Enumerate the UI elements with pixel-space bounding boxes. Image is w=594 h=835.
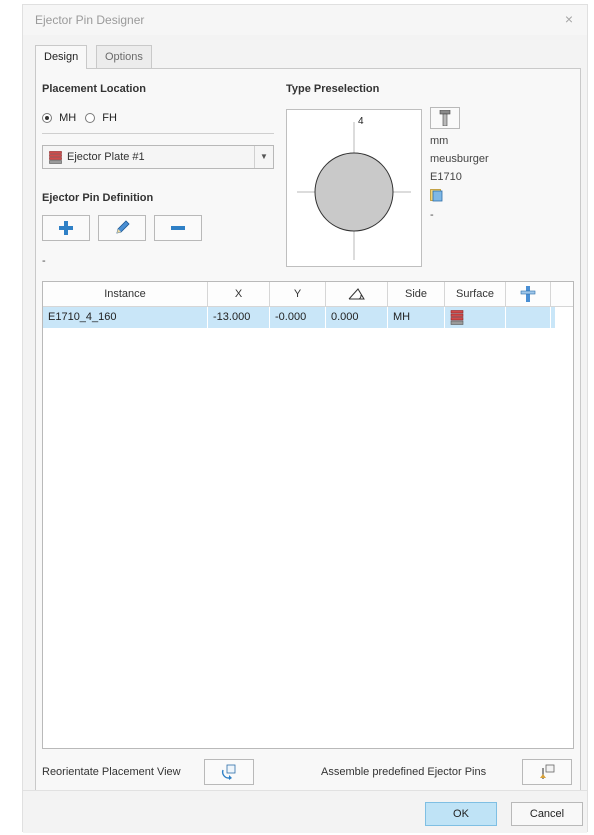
pencil-icon (116, 220, 130, 234)
part-label: E1710 (430, 171, 462, 183)
title-bar: Ejector Pin Designer × (23, 5, 587, 35)
column-angle[interactable] (326, 282, 388, 306)
remove-pin-button[interactable] (154, 215, 202, 241)
definition-status: - (42, 255, 46, 267)
close-icon[interactable]: × (565, 11, 573, 27)
column-surface[interactable]: Surface (445, 282, 506, 306)
table-row[interactable]: E1710_4_160 -13.000 -0.000 0.000 MH (43, 307, 555, 328)
column-pin[interactable] (506, 282, 551, 306)
assemble-label: Assemble predefined Ejector Pins (321, 766, 487, 778)
type-preselection-heading: Type Preselection (286, 83, 380, 95)
cell-y: -0.000 (270, 307, 326, 328)
cancel-button[interactable]: Cancel (511, 802, 583, 826)
ejector-plate-select[interactable]: Ejector Plate #1 ▼ (42, 145, 274, 169)
dialog-button-bar: OK Cancel (23, 790, 587, 833)
radio-fh-label: FH (102, 112, 117, 124)
table-header: Instance X Y Side Surface (43, 282, 573, 307)
placement-radio-group: MH FH (42, 112, 117, 124)
surface-icon (450, 309, 464, 325)
cell-pin (506, 307, 551, 328)
reorientate-icon (221, 764, 236, 780)
ok-button[interactable]: OK (425, 802, 497, 826)
diameter-label: 4 (358, 116, 364, 127)
plus-icon (59, 221, 73, 235)
angle-icon (348, 288, 365, 300)
ejector-pin-definition-heading: Ejector Pin Definition (42, 192, 154, 204)
placement-location-heading: Placement Location (42, 83, 146, 95)
pin-select-button[interactable] (430, 107, 460, 129)
tab-design[interactable]: Design (35, 45, 88, 69)
plate-icon (49, 151, 62, 167)
catalog-icon[interactable] (430, 189, 443, 205)
add-pin-button[interactable] (42, 215, 90, 241)
cell-x: -13.000 (208, 307, 270, 328)
design-panel: Placement Location MH FH Ejector Plate #… (35, 68, 581, 803)
reorientate-button[interactable] (204, 759, 254, 785)
pin-preview: 4 (286, 109, 422, 267)
unit-label: mm (430, 135, 449, 147)
pin-column-icon (520, 286, 536, 303)
radio-mh-label: MH (59, 112, 77, 124)
cell-surface (445, 307, 506, 328)
assemble-button[interactable] (522, 759, 572, 785)
column-side[interactable]: Side (388, 282, 445, 306)
radio-fh[interactable] (85, 113, 96, 123)
ejector-pin-designer-dialog: Ejector Pin Designer × Design Options Pl… (22, 4, 588, 833)
chevron-down-icon[interactable]: ▼ (254, 146, 273, 168)
divider (42, 133, 274, 134)
assemble-icon (540, 764, 555, 779)
cell-side: MH (388, 307, 445, 328)
ejector-pin-table[interactable]: Instance X Y Side Surface E1710_4_160 -1… (42, 281, 574, 749)
edit-pin-button[interactable] (98, 215, 146, 241)
extra-label: - (430, 209, 434, 221)
radio-mh[interactable] (42, 113, 52, 123)
vendor-label: meusburger (430, 153, 489, 165)
column-x[interactable]: X (208, 282, 270, 306)
pin-select-icon (439, 110, 451, 126)
column-instance[interactable]: Instance (43, 282, 208, 306)
reorientate-label: Reorientate Placement View (42, 766, 181, 778)
tab-options[interactable]: Options (96, 45, 152, 68)
column-y[interactable]: Y (270, 282, 326, 306)
cell-angle: 0.000 (326, 307, 388, 328)
minus-icon (171, 226, 185, 230)
window-title: Ejector Pin Designer (35, 13, 145, 27)
cell-instance: E1710_4_160 (43, 307, 208, 328)
ejector-plate-value: Ejector Plate #1 (67, 151, 145, 163)
pin-preview-drawing (297, 122, 411, 260)
